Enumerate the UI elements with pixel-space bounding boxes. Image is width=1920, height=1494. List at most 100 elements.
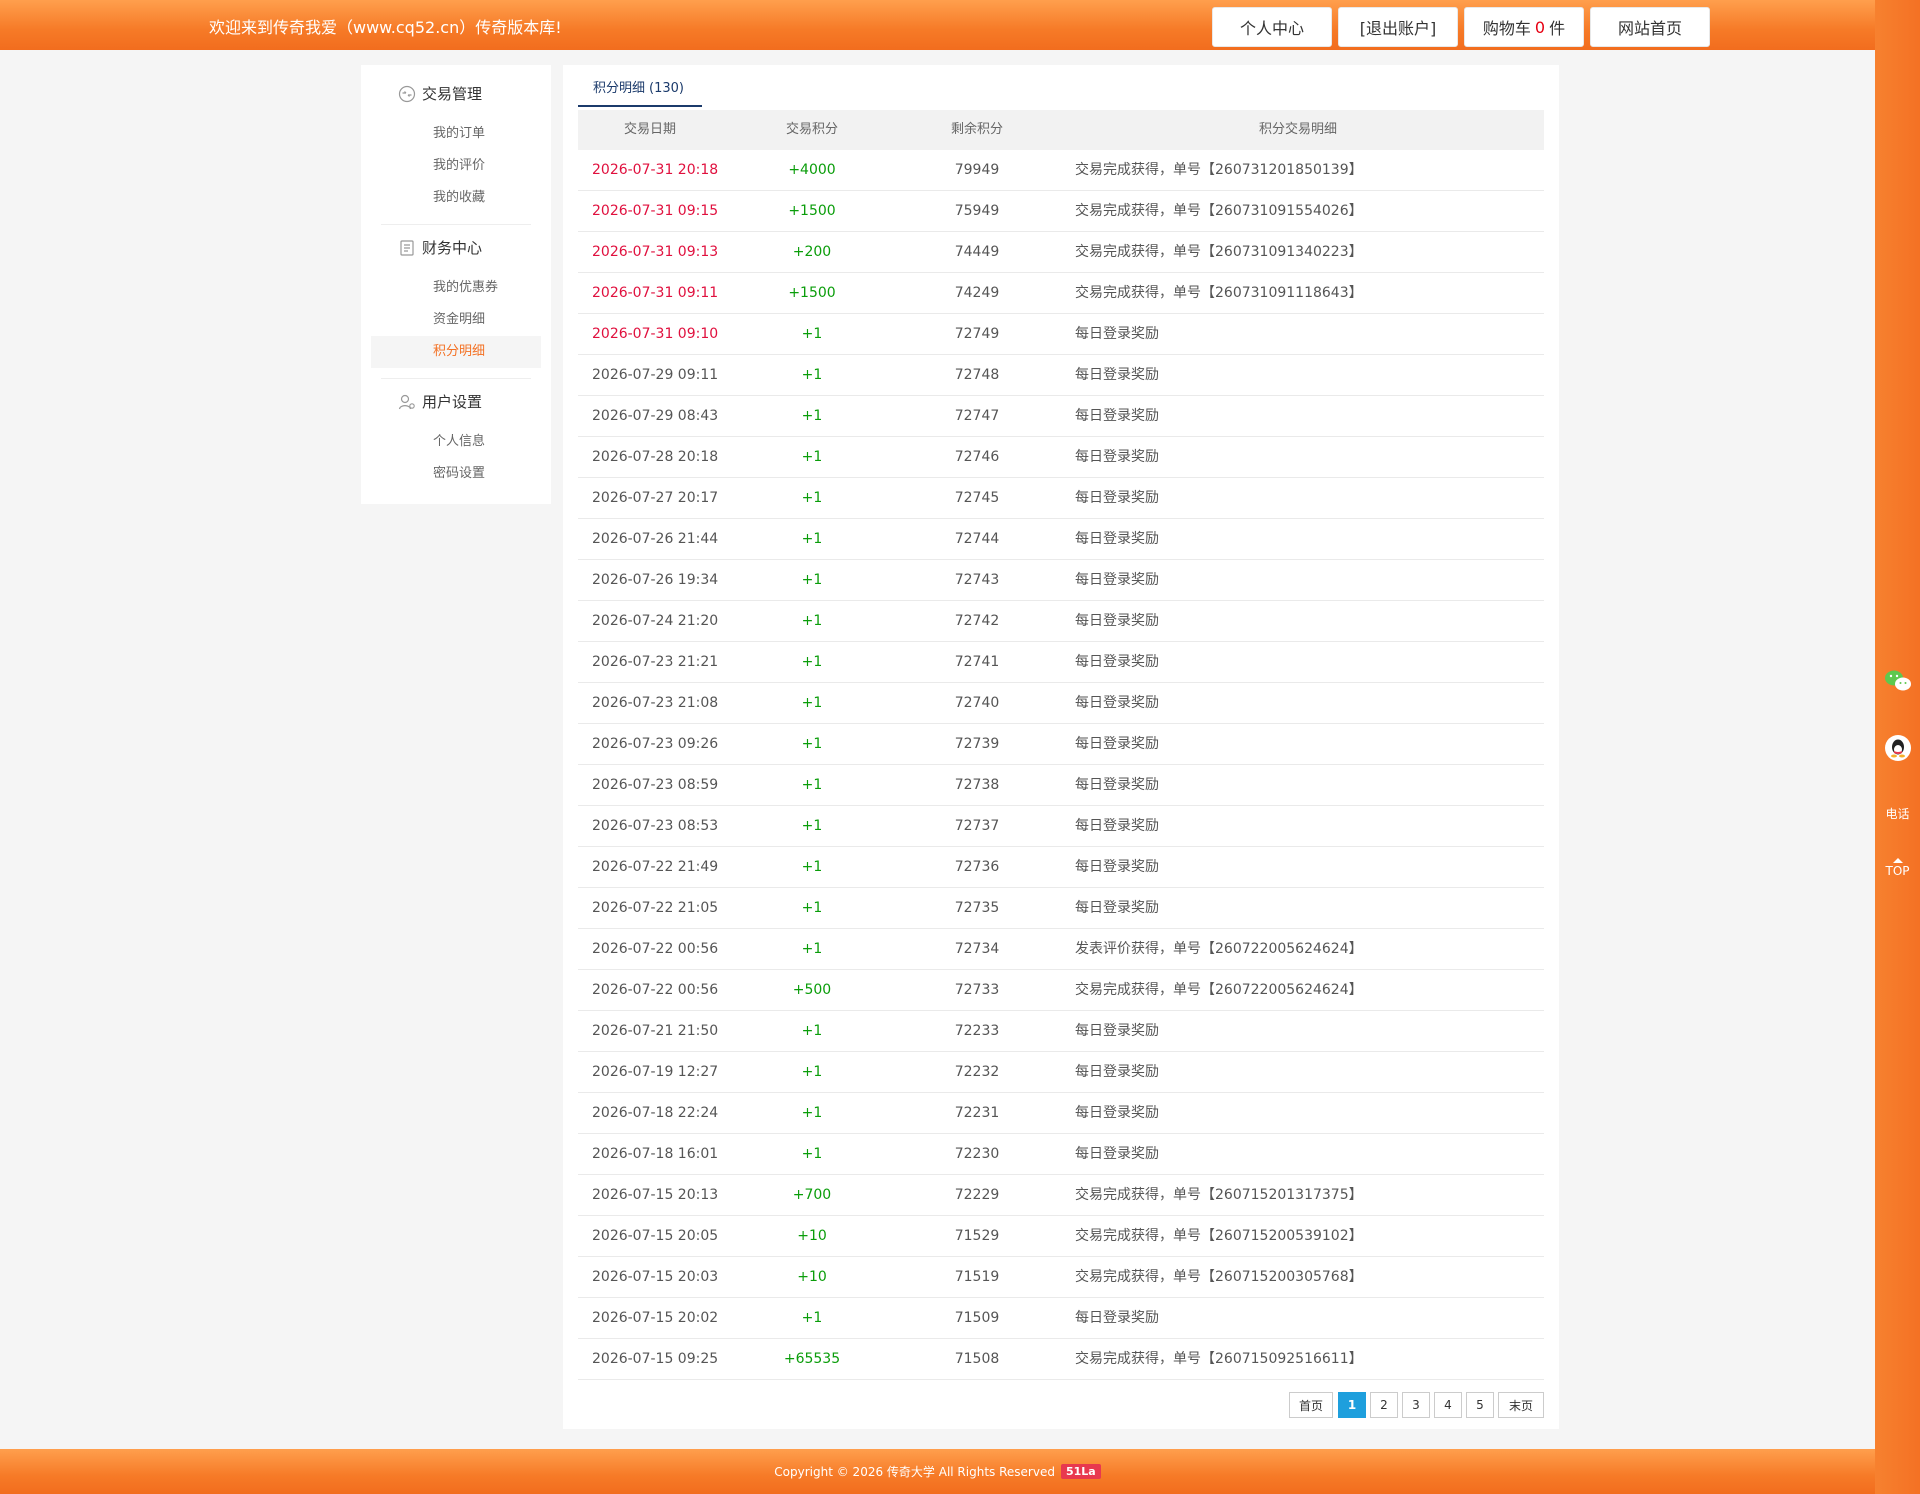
row-detail: 交易完成获得，单号【260731201850139】	[1075, 162, 1363, 178]
logout-button[interactable]: [退出账户]	[1338, 7, 1458, 47]
table-row: 2026-07-19 12:27 +1 72232 每日登录奖励	[578, 1052, 1544, 1093]
row-balance: 71519	[954, 1269, 1000, 1285]
menu-group-finance[interactable]: 财务中心	[397, 237, 482, 258]
main-panel: 积分明细 (130) 交易日期 交易积分 剩余积分 积分交易明细 2026-07-…	[563, 65, 1559, 1429]
table-row: 2026-07-23 21:21 +1 72741 每日登录奖励	[578, 642, 1544, 683]
row-detail: 交易完成获得，单号【260722005624624】	[1075, 982, 1363, 998]
row-detail: 每日登录奖励	[1075, 859, 1159, 875]
stats-badge[interactable]: 51La	[1060, 1464, 1101, 1479]
wechat-button[interactable]	[1875, 668, 1920, 697]
header-date: 交易日期	[623, 122, 676, 137]
menu-item-coupons[interactable]: 我的优惠券	[371, 272, 541, 304]
row-date: 2026-07-15 20:03	[592, 1269, 719, 1285]
ledger-icon	[400, 239, 414, 256]
table-row: 2026-07-21 21:50 +1 72233 每日登录奖励	[578, 1011, 1544, 1052]
home-button[interactable]: 网站首页	[1590, 7, 1710, 47]
pager-last[interactable]: 末页	[1498, 1392, 1544, 1418]
cart-unit: 件	[1549, 19, 1566, 38]
row-points: +200	[792, 244, 832, 260]
row-detail: 每日登录奖励	[1075, 490, 1159, 506]
row-date: 2026-07-19 12:27	[592, 1064, 719, 1080]
row-balance: 72740	[954, 695, 1000, 711]
menu-group-trade[interactable]: 交易管理	[397, 83, 482, 104]
menu-item-my-favorites[interactable]: 我的收藏	[371, 182, 541, 214]
menu-item-my-reviews[interactable]: 我的评价	[371, 150, 541, 182]
pager-page-4[interactable]: 4	[1434, 1392, 1462, 1418]
row-detail: 每日登录奖励	[1075, 1105, 1159, 1121]
row-points: +1	[801, 367, 823, 383]
table-row: 2026-07-26 19:34 +1 72743 每日登录奖励	[578, 560, 1544, 601]
row-detail: 交易完成获得，单号【260731091554026】	[1075, 203, 1363, 219]
pager-page-2[interactable]: 2	[1370, 1392, 1398, 1418]
menu-item-password[interactable]: 密码设置	[371, 458, 541, 490]
cart-button[interactable]: 购物车 0 件	[1464, 7, 1584, 47]
pager-first[interactable]: 首页	[1289, 1392, 1333, 1418]
row-points: +700	[792, 1187, 832, 1203]
table-row: 2026-07-29 09:11 +1 72748 每日登录奖励	[578, 355, 1544, 396]
back-to-top-button[interactable]: TOP	[1875, 858, 1920, 878]
menu-divider	[381, 224, 531, 225]
table-row: 2026-07-31 09:11 +1500 74249 交易完成获得，单号【2607…	[578, 273, 1544, 314]
row-balance: 72232	[954, 1064, 1000, 1080]
menu-group-user-settings[interactable]: 用户设置	[397, 391, 482, 412]
row-points: +1	[801, 449, 823, 465]
table-row: 2026-07-23 08:53 +1 72737 每日登录奖励	[578, 806, 1544, 847]
table-body: 2026-07-31 20:18 +4000 79949 交易完成获得，单号【2607…	[578, 150, 1544, 1380]
table-row: 2026-07-22 00:56 +500 72733 交易完成获得，单号【26072…	[578, 970, 1544, 1011]
row-balance: 72748	[954, 367, 1000, 383]
arrow-up-icon	[1892, 858, 1903, 863]
row-points: +10	[797, 1269, 827, 1285]
menu-item-funds-detail[interactable]: 资金明细	[371, 304, 541, 336]
row-points: +1	[801, 736, 823, 752]
float-bar: 电话 TOP	[1875, 0, 1920, 1494]
row-balance: 72738	[954, 777, 1000, 793]
row-date: 2026-07-26 19:34	[592, 572, 719, 588]
logout-label: [退出账户]	[1359, 19, 1437, 38]
personal-center-button[interactable]: 个人中心	[1212, 7, 1332, 47]
points-table: 交易日期 交易积分 剩余积分 积分交易明细 2026-07-31 20:18 +4…	[578, 110, 1544, 1380]
row-balance: 72735	[954, 900, 1000, 916]
row-detail: 每日登录奖励	[1075, 1310, 1159, 1326]
row-points: +1	[801, 695, 823, 711]
row-date: 2026-07-27 20:17	[592, 490, 719, 506]
row-date: 2026-07-24 21:20	[592, 613, 719, 629]
table-header: 交易日期 交易积分 剩余积分 积分交易明细	[578, 110, 1544, 150]
row-points: +1	[801, 777, 823, 793]
pager-page-5[interactable]: 5	[1466, 1392, 1494, 1418]
row-balance: 71529	[954, 1228, 1000, 1244]
row-points: +1500	[788, 203, 836, 219]
menu-item-my-orders[interactable]: 我的订单	[371, 118, 541, 150]
top-header: 欢迎来到传奇我爱（www.cq52.cn）传奇版本库! 个人中心 [退出账户] …	[0, 0, 1875, 50]
row-points: +1	[801, 900, 823, 916]
pager-page-1[interactable]: 1	[1338, 1392, 1366, 1418]
table-row: 2026-07-26 21:44 +1 72744 每日登录奖励	[578, 519, 1544, 560]
tab-points-detail[interactable]: 积分明细 (130)	[578, 75, 702, 107]
table-row: 2026-07-22 21:05 +1 72735 每日登录奖励	[578, 888, 1544, 929]
row-balance: 72739	[954, 736, 1000, 752]
row-balance: 72746	[954, 449, 1000, 465]
row-detail: 每日登录奖励	[1075, 818, 1159, 834]
row-balance: 72737	[954, 818, 1000, 834]
row-detail: 每日登录奖励	[1075, 1023, 1159, 1039]
row-points: +65535	[783, 1351, 841, 1367]
table-row: 2026-07-31 20:18 +4000 79949 交易完成获得，单号【2607…	[578, 150, 1544, 191]
menu-item-points-detail[interactable]: 积分明细	[371, 336, 541, 368]
menu-item-profile[interactable]: 个人信息	[371, 426, 541, 458]
row-balance: 71508	[954, 1351, 1000, 1367]
row-balance: 72736	[954, 859, 1000, 875]
qq-button[interactable]	[1875, 734, 1920, 765]
row-date: 2026-07-23 08:53	[592, 818, 719, 834]
row-detail: 每日登录奖励	[1075, 572, 1159, 588]
pager-page-3[interactable]: 3	[1402, 1392, 1430, 1418]
table-row: 2026-07-24 21:20 +1 72742 每日登录奖励	[578, 601, 1544, 642]
row-date: 2026-07-23 21:21	[592, 654, 719, 670]
row-detail: 每日登录奖励	[1075, 1064, 1159, 1080]
row-points: +10	[797, 1228, 827, 1244]
row-detail: 每日登录奖励	[1075, 777, 1159, 793]
row-points: +1	[801, 1105, 823, 1121]
footer: Copyright © 2026 传奇大学 All Rights Reserve…	[0, 1449, 1875, 1494]
phone-button[interactable]: 电话	[1875, 805, 1920, 822]
row-points: +1	[801, 326, 823, 342]
row-date: 2026-07-15 20:13	[592, 1187, 719, 1203]
row-date: 2026-07-22 00:56	[592, 982, 719, 998]
